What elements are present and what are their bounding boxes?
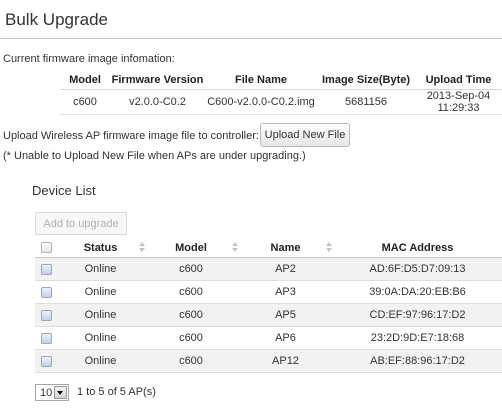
col-model-label: Model (175, 241, 207, 254)
device-status: Online (57, 326, 144, 350)
device-model: c600 (144, 349, 238, 373)
page-size-value: 10 (40, 387, 53, 399)
title-divider (0, 38, 502, 39)
col-mac-label: MAC Address (381, 241, 454, 254)
row-select-cell (35, 280, 57, 304)
device-mac: AB:EF:88:96:17:D2 (333, 349, 502, 373)
device-name: AP5 (238, 303, 333, 327)
device-row[interactable]: Online c600 AP2 AD:6F:D5:D7:09:13 (35, 257, 502, 281)
device-model: c600 (144, 303, 238, 327)
row-select-cell (35, 257, 57, 281)
fw-col-upload-time: Upload Time (415, 70, 502, 90)
select-all-checkbox[interactable] (40, 242, 52, 254)
fw-col-model: Model (60, 70, 110, 90)
upload-label: Upload Wireless AP firmware image file t… (3, 130, 259, 142)
upload-note: (* Unable to Upload New File when APs ar… (3, 150, 306, 162)
pager-info: 1 to 5 of 5 AP(s) (77, 386, 156, 398)
col-mac[interactable]: MAC Address (333, 238, 502, 258)
device-mac: 23:2D:9D:E7:18:68 (333, 326, 502, 350)
col-name[interactable]: Name (238, 238, 333, 258)
page-size-select[interactable]: 10 (35, 384, 69, 401)
firmware-header-row: Model Firmware Version File Name Image S… (60, 70, 502, 90)
row-checkbox[interactable] (40, 332, 52, 344)
device-name: AP3 (238, 280, 333, 304)
fw-file-name: C600-v2.0.0-C0.2.img (205, 89, 317, 115)
device-row[interactable]: Online c600 AP3 39:0A:DA:20:EB:B6 (35, 280, 502, 304)
device-name: AP12 (238, 349, 333, 373)
col-status-label: Status (83, 241, 118, 254)
firmware-row: c600 v2.0.0-C0.2 C600-v2.0.0-C0.2.img 56… (60, 89, 502, 115)
row-checkbox[interactable] (40, 355, 52, 367)
fw-version: v2.0.0-C0.2 (110, 89, 205, 115)
add-to-upgrade-button[interactable]: Add to upgrade (35, 212, 127, 235)
firmware-info-table: Model Firmware Version File Name Image S… (60, 70, 502, 115)
device-row[interactable]: Online c600 AP6 23:2D:9D:E7:18:68 (35, 326, 502, 350)
fw-col-file-name: File Name (205, 70, 317, 90)
row-select-cell (35, 349, 57, 373)
device-mac: AD:6F:D5:D7:09:13 (333, 257, 502, 281)
row-select-cell (35, 303, 57, 327)
fw-image-size: 5681156 (317, 89, 415, 115)
col-name-label: Name (270, 241, 301, 254)
device-mac: 39:0A:DA:20:EB:B6 (333, 280, 502, 304)
device-list-table: Status Model Name MAC Address Online c60… (35, 238, 502, 373)
col-status[interactable]: Status (57, 238, 145, 258)
fw-upload-time: 2013-Sep-04 11:29:33 (415, 89, 502, 115)
fw-model: c600 (60, 89, 110, 115)
device-status: Online (57, 280, 144, 304)
device-model: c600 (144, 257, 238, 281)
upload-new-file-button[interactable]: Upload New File (260, 123, 350, 147)
row-checkbox[interactable] (40, 286, 52, 298)
select-all-cell (35, 238, 57, 258)
fw-col-version: Firmware Version (110, 70, 205, 90)
device-name: AP6 (238, 326, 333, 350)
device-model: c600 (144, 326, 238, 350)
page-title: Bulk Upgrade (5, 10, 109, 29)
firmware-info-heading: Current firmware image infomation: (3, 53, 175, 65)
device-mac: CD:EF:97:96:17:D2 (333, 303, 502, 327)
device-status: Online (57, 303, 144, 327)
fw-col-image-size: Image Size(Byte) (317, 70, 415, 90)
chevron-down-icon[interactable] (54, 386, 67, 399)
device-name: AP2 (238, 257, 333, 281)
device-status: Online (57, 257, 144, 281)
device-model: c600 (144, 280, 238, 304)
row-checkbox[interactable] (40, 263, 52, 275)
row-checkbox[interactable] (40, 309, 52, 321)
device-row[interactable]: Online c600 AP5 CD:EF:97:96:17:D2 (35, 303, 502, 327)
row-select-cell (35, 326, 57, 350)
device-list-title: Device List (32, 183, 96, 198)
device-header-row: Status Model Name MAC Address (35, 238, 502, 258)
device-status: Online (57, 349, 144, 373)
bulk-upgrade-page: Bulk Upgrade Current firmware image info… (0, 0, 502, 408)
col-model[interactable]: Model (144, 238, 238, 258)
device-row[interactable]: Online c600 AP12 AB:EF:88:96:17:D2 (35, 349, 502, 373)
